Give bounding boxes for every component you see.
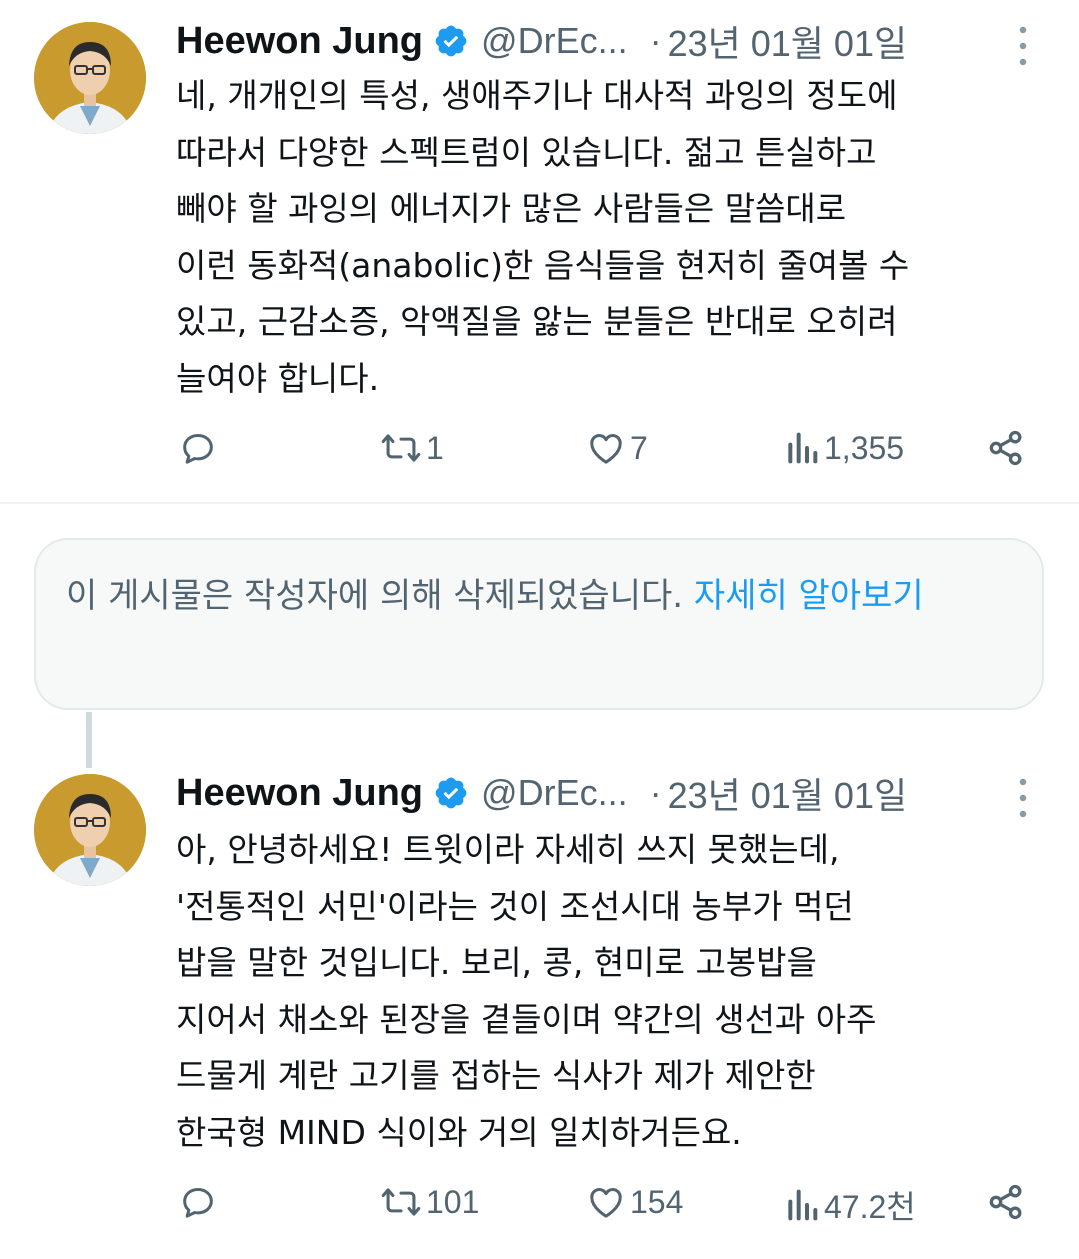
tweet-actions: 1 7 1,355	[0, 428, 1079, 478]
deleted-notice-text: 이 게시물은 작성자에 의해 삭제되었습니다.	[66, 576, 684, 616]
views-icon	[788, 432, 818, 464]
avatar[interactable]	[34, 22, 146, 134]
share-icon	[989, 430, 1022, 466]
views-count: 47.2천	[824, 1189, 916, 1225]
heart-icon	[590, 434, 622, 464]
verified-badge-icon	[435, 25, 467, 57]
views-button[interactable]: 47.2천	[784, 1182, 916, 1228]
reply-icon	[183, 434, 213, 464]
reply-button[interactable]	[178, 428, 222, 468]
deleted-post-notice: 이 게시물은 작성자에 의해 삭제되었습니다. 자세히 알아보기	[34, 538, 1044, 710]
avatar[interactable]	[34, 774, 146, 886]
learn-more-link[interactable]: 자세히 알아보기	[694, 576, 924, 616]
like-button[interactable]: 7	[586, 428, 648, 468]
views-button[interactable]: 1,355	[784, 428, 904, 468]
reply-button[interactable]	[178, 1182, 222, 1222]
views-icon	[788, 1189, 818, 1221]
reply-icon	[183, 1188, 213, 1218]
tweet-2[interactable]: Heewon Jung @DrEc... · 23년 01월 01일 아, 안녕…	[0, 754, 1079, 1259]
author-handle[interactable]: @DrEc...	[481, 20, 628, 62]
retweet-icon	[381, 1188, 421, 1216]
retweet-button[interactable]: 1	[380, 428, 444, 468]
separator-dot: ·	[649, 20, 662, 61]
more-options-icon[interactable]	[1014, 776, 1032, 820]
author-name[interactable]: Heewon Jung	[176, 772, 423, 815]
share-icon	[989, 1184, 1022, 1220]
verified-badge-icon	[435, 777, 467, 809]
like-count: 154	[630, 1183, 684, 1220]
retweet-icon	[381, 434, 421, 462]
like-count: 7	[630, 429, 648, 466]
views-count: 1,355	[824, 429, 905, 466]
tweet-divider	[0, 502, 1079, 504]
separator-dot: ·	[649, 772, 662, 813]
retweet-count: 101	[426, 1183, 480, 1220]
author-handle[interactable]: @DrEc...	[481, 772, 628, 814]
heart-icon	[590, 1188, 622, 1218]
retweet-button[interactable]: 101	[380, 1182, 479, 1222]
share-button[interactable]	[986, 428, 1026, 468]
like-button[interactable]: 154	[586, 1182, 683, 1222]
tweet-actions: 101 154 47.2천	[0, 1182, 1079, 1232]
tweet-text: 네, 개개인의 특성, 생애주기나 대사적 과잉의 정도에 따라서 다양한 스펙…	[176, 76, 910, 398]
retweet-count: 1	[426, 429, 444, 466]
tweet-text: 아, 안녕하세요! 트윗이라 자세히 쓰지 못했는데, '전통적인 서민'이라는…	[176, 830, 877, 1152]
tweet-date[interactable]: 23년 01월 01일	[668, 15, 908, 67]
author-name[interactable]: Heewon Jung	[176, 20, 423, 63]
tweet-1[interactable]: Heewon Jung @DrEc... · 23년 01월 01일 네, 개개…	[0, 0, 1079, 502]
more-options-icon[interactable]	[1014, 24, 1032, 68]
share-button[interactable]	[986, 1182, 1026, 1222]
tweet-date[interactable]: 23년 01월 01일	[668, 767, 908, 819]
